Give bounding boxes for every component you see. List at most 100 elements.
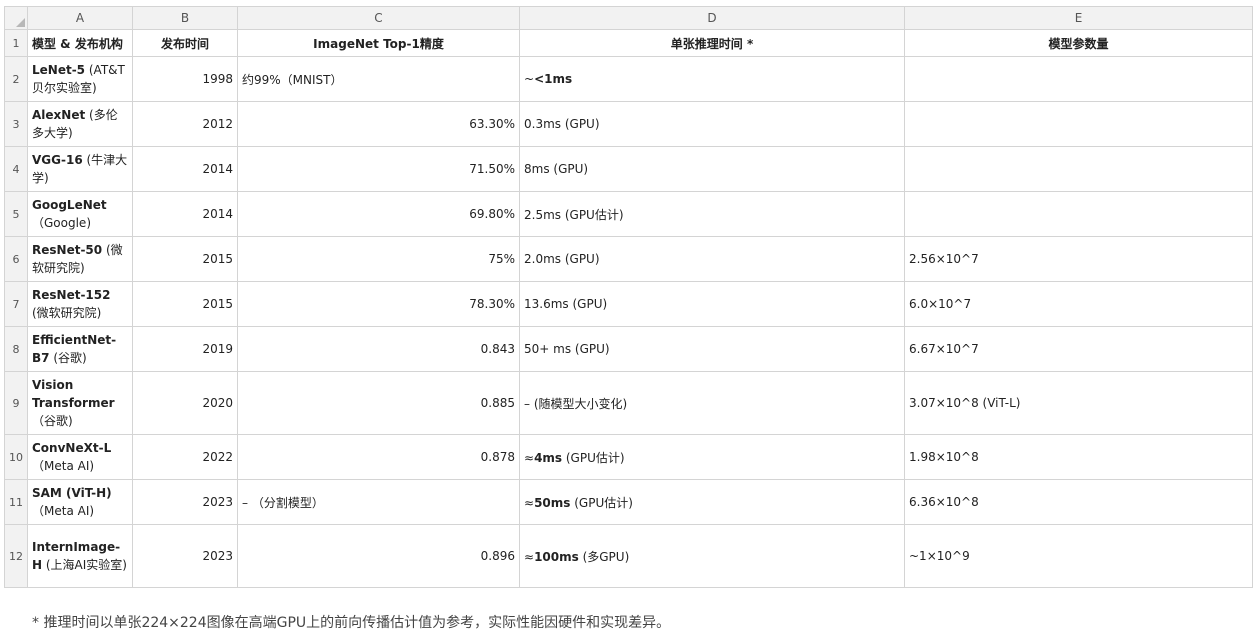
row-header[interactable]: 7 [4, 281, 28, 327]
year-cell[interactable]: 2023 [132, 524, 238, 588]
header-cell-params[interactable]: 模型参数量 [904, 29, 1253, 57]
model-cell[interactable]: ConvNeXt-L （Meta AI) [27, 434, 133, 480]
params-cell[interactable] [904, 191, 1253, 237]
row-header[interactable]: 4 [4, 146, 28, 192]
inference-cell[interactable]: ~<1ms [519, 56, 905, 102]
table-row: 8 EfficientNet-B7 (谷歌) 2019 0.843 50+ ms (GP… [4, 326, 1253, 372]
inference-cell[interactable]: ≈4ms (GPU估计) [519, 434, 905, 480]
year-cell[interactable]: 2019 [132, 326, 238, 372]
params-cell[interactable]: 3.07×10^8 (ViT-L) [904, 371, 1253, 435]
accuracy-cell[interactable]: 75% [237, 236, 520, 282]
accuracy-cell[interactable]: – （分割模型） [237, 479, 520, 525]
params-cell[interactable]: 6.36×10^8 [904, 479, 1253, 525]
select-all-corner[interactable] [4, 6, 28, 30]
model-cell[interactable]: InternImage-H (上海AI实验室) [27, 524, 133, 588]
year-cell[interactable]: 2020 [132, 371, 238, 435]
inference-cell[interactable]: ≈100ms (多GPU) [519, 524, 905, 588]
params-cell[interactable] [904, 146, 1253, 192]
model-cell[interactable]: ResNet-152 (微软研究院) [27, 281, 133, 327]
row-header[interactable]: 2 [4, 56, 28, 102]
row-header[interactable]: 11 [4, 479, 28, 525]
column-header-row: A B C D E [4, 6, 1253, 30]
params-cell[interactable]: 6.67×10^7 [904, 326, 1253, 372]
inference-value: <1ms [534, 72, 573, 86]
column-header-a[interactable]: A [27, 6, 133, 30]
params-cell[interactable] [904, 101, 1253, 147]
inference-note: – (随模型大小变化) [524, 396, 628, 411]
accuracy-cell[interactable]: 约99%（MNIST） [237, 56, 520, 102]
model-name: VGG-16 [32, 153, 83, 167]
header-cell-inference[interactable]: 单张推理时间 * [519, 29, 905, 57]
model-cell[interactable]: AlexNet (多伦多大学) [27, 101, 133, 147]
inference-note: (多GPU) [578, 549, 630, 564]
year-cell[interactable]: 2015 [132, 236, 238, 282]
model-org: （Meta AI) [32, 504, 95, 518]
column-header-c[interactable]: C [237, 6, 520, 30]
params-cell[interactable]: 6.0×10^7 [904, 281, 1253, 327]
spreadsheet-grid: A B C D E 1 模型 & 发布机构 发布时间 ImageNet Top-… [4, 6, 1253, 588]
year-cell[interactable]: 2022 [132, 434, 238, 480]
inference-cell[interactable]: 2.5ms (GPU估计) [519, 191, 905, 237]
accuracy-cell[interactable]: 63.30% [237, 101, 520, 147]
inference-note: (GPU估计) [562, 450, 625, 465]
model-cell[interactable]: ResNet-50 (微软研究院) [27, 236, 133, 282]
table-row: 6 ResNet-50 (微软研究院) 2015 75% 2.0ms (GPU) 2.56… [4, 236, 1253, 282]
year-cell[interactable]: 2014 [132, 146, 238, 192]
inference-cell[interactable]: – (随模型大小变化) [519, 371, 905, 435]
accuracy-cell[interactable]: 0.896 [237, 524, 520, 588]
column-header-b[interactable]: B [132, 6, 238, 30]
row-header[interactable]: 3 [4, 101, 28, 147]
accuracy-cell[interactable]: 0.885 [237, 371, 520, 435]
inference-cell[interactable]: 8ms (GPU) [519, 146, 905, 192]
row-header[interactable]: 9 [4, 371, 28, 435]
row-header[interactable]: 10 [4, 434, 28, 480]
inference-prefix: ≈ [524, 450, 535, 465]
row-header[interactable]: 1 [4, 29, 28, 57]
params-cell[interactable]: 1.98×10^8 [904, 434, 1253, 480]
row-header[interactable]: 8 [4, 326, 28, 372]
year-cell[interactable]: 2014 [132, 191, 238, 237]
table-header-row: 1 模型 & 发布机构 发布时间 ImageNet Top-1精度 单张推理时间… [4, 29, 1253, 57]
column-header-e[interactable]: E [904, 6, 1253, 30]
table-row: 11 SAM (ViT-H) （Meta AI) 2023– （分割模型） ≈50ms … [4, 479, 1253, 525]
model-cell[interactable]: EfficientNet-B7 (谷歌) [27, 326, 133, 372]
accuracy-cell[interactable]: 78.30% [237, 281, 520, 327]
inference-prefix: ≈ [524, 549, 535, 564]
inference-prefix: ~ [524, 72, 535, 86]
model-cell[interactable]: LeNet-5 (AT&T贝尔实验室) [27, 56, 133, 102]
year-cell[interactable]: 2015 [132, 281, 238, 327]
model-cell[interactable]: Vision Transformer （谷歌) [27, 371, 133, 435]
params-cell[interactable]: 2.56×10^7 [904, 236, 1253, 282]
header-cell-year[interactable]: 发布时间 [132, 29, 238, 57]
accuracy-cell[interactable]: 71.50% [237, 146, 520, 192]
column-header-d[interactable]: D [519, 6, 905, 30]
year-cell[interactable]: 2023 [132, 479, 238, 525]
accuracy-cell[interactable]: 0.843 [237, 326, 520, 372]
model-cell[interactable]: VGG-16 (牛津大学) [27, 146, 133, 192]
header-cell-model[interactable]: 模型 & 发布机构 [27, 29, 133, 57]
model-cell[interactable]: SAM (ViT-H) （Meta AI) [27, 479, 133, 525]
model-name: ConvNeXt-L [32, 441, 112, 455]
model-name: ResNet-50 [32, 243, 103, 257]
inference-cell[interactable]: 2.0ms (GPU) [519, 236, 905, 282]
accuracy-cell[interactable]: 0.878 [237, 434, 520, 480]
row-header[interactable]: 12 [4, 524, 28, 588]
model-cell[interactable]: GoogLeNet （Google) [27, 191, 133, 237]
params-cell[interactable] [904, 56, 1253, 102]
inference-note: 2.5ms (GPU估计) [524, 207, 624, 222]
row-header[interactable]: 6 [4, 236, 28, 282]
inference-cell[interactable]: ≈50ms (GPU估计) [519, 479, 905, 525]
accuracy-cell[interactable]: 69.80% [237, 191, 520, 237]
table-row: 3 AlexNet (多伦多大学) 2012 63.30% 0.3ms (GPU) [4, 101, 1253, 147]
inference-note: 0.3ms (GPU) [524, 117, 600, 131]
row-header[interactable]: 5 [4, 191, 28, 237]
params-cell[interactable]: ~1×10^9 [904, 524, 1253, 588]
table-row: 7 ResNet-152 (微软研究院) 2015 78.30% 13.6ms (GPU… [4, 281, 1253, 327]
inference-cell[interactable]: 13.6ms (GPU) [519, 281, 905, 327]
inference-cell[interactable]: 0.3ms (GPU) [519, 101, 905, 147]
year-cell[interactable]: 2012 [132, 101, 238, 147]
inference-cell[interactable]: 50+ ms (GPU) [519, 326, 905, 372]
inference-note: 8ms (GPU) [524, 162, 589, 176]
year-cell[interactable]: 1998 [132, 56, 238, 102]
header-cell-accuracy[interactable]: ImageNet Top-1精度 [237, 29, 520, 57]
